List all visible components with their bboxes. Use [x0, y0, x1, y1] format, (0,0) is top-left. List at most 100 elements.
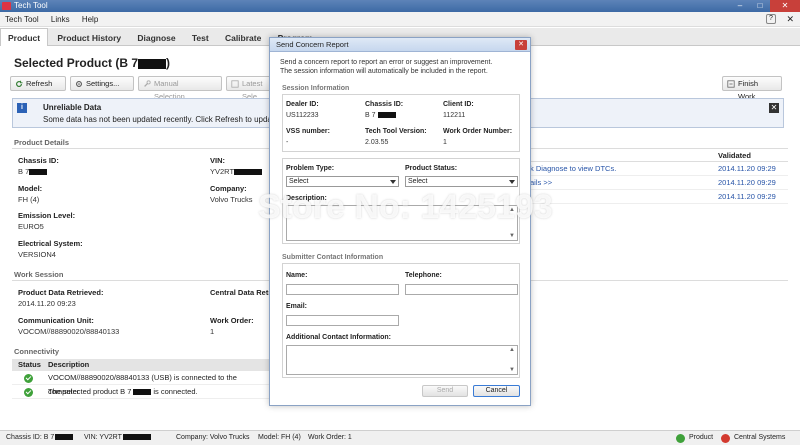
work-order-number-value: 1	[443, 139, 447, 146]
finish-icon	[727, 80, 735, 88]
status-central-systems[interactable]: Central Systems	[734, 431, 785, 445]
product-data-retrieved-label: Product Data Retrieved:	[18, 288, 104, 297]
additional-contact-textarea[interactable]: ▲ ▼	[286, 345, 518, 375]
finish-work-button[interactable]: Finish Work	[722, 76, 782, 101]
scroll-down-icon[interactable]: ▼	[509, 233, 515, 239]
connection-suffix: is connected.	[153, 387, 198, 396]
tab-product[interactable]: Product	[0, 28, 49, 48]
tab-test[interactable]: Test	[185, 29, 216, 47]
close-icon[interactable]: ✕	[786, 13, 794, 25]
scroll-up-icon[interactable]: ▲	[509, 347, 515, 353]
connection-description: The selected product B 7 is connected.	[48, 385, 198, 399]
manual-selection-button[interactable]: Manual Selection...	[138, 76, 222, 101]
menu-item-tech-tool[interactable]: Tech Tool	[0, 12, 44, 27]
vss-number-value: -	[286, 139, 289, 146]
column-status: Status	[18, 360, 41, 369]
electrical-system-value: VERSION4	[18, 250, 56, 259]
status-product[interactable]: Product	[689, 431, 713, 445]
redaction	[55, 434, 74, 441]
name-field[interactable]	[286, 284, 399, 295]
redaction	[29, 169, 48, 176]
table-header: Status Description	[12, 359, 270, 371]
session-information-box: Dealer ID: US112233 Chassis ID: B 7 Clie…	[282, 94, 520, 152]
scroll-down-icon[interactable]: ▼	[509, 367, 515, 373]
client-id-label: Client ID:	[443, 101, 474, 108]
window-title: Tech Tool	[14, 1, 48, 10]
client-id-value: 112211	[443, 112, 466, 119]
column-description: Description	[48, 360, 90, 369]
history-icon	[231, 80, 239, 88]
chassis-id-label: Chassis ID:	[365, 101, 404, 108]
email-field[interactable]	[286, 315, 399, 326]
dealer-id-value: US112233	[286, 112, 319, 119]
settings-button[interactable]: Settings...	[70, 76, 134, 91]
chevron-down-icon	[390, 180, 396, 184]
window-close-icon[interactable]: ✕	[770, 0, 800, 12]
wrench-icon	[144, 80, 151, 87]
electrical-system-label: Electrical System:	[18, 239, 83, 248]
status-bar: Chassis ID: B 7 VIN: YV2RT Company: Volv…	[0, 430, 800, 445]
page-title-text: Selected Product (B 7	[14, 56, 139, 70]
table-row: The selected product B 7 is connected.	[12, 385, 270, 399]
validation-time: 2014.11.20 09:29	[718, 178, 776, 187]
dialog-intro: Send a concern report to report an error…	[280, 58, 520, 76]
product-status-label: Product Status:	[405, 165, 458, 172]
tab-diagnose[interactable]: Diagnose	[130, 29, 182, 47]
emission-level-label: Emission Level:	[18, 211, 76, 220]
status-chassis: Chassis ID: B 7	[6, 431, 74, 445]
tab-product-history[interactable]: Product History	[50, 29, 128, 47]
settings-icon	[76, 81, 82, 87]
chevron-down-icon	[509, 180, 515, 184]
redaction	[377, 112, 396, 119]
contact-box: Name: Telephone: Email: Additional Conta…	[282, 263, 520, 378]
notice-title: Unreliable Data	[43, 103, 102, 112]
validation-panel: Validated k Diagnose to view DTCs. 2014.…	[530, 150, 788, 204]
product-data-retrieved-value: 2014.11.20 09:23	[18, 299, 76, 308]
refresh-button[interactable]: Refresh	[10, 76, 66, 91]
minimize-icon[interactable]: –	[730, 0, 750, 12]
redaction	[122, 434, 151, 441]
problem-type-select[interactable]: Select	[286, 176, 399, 187]
tab-calibrate[interactable]: Calibrate	[218, 29, 268, 47]
communication-unit-label: Communication Unit:	[18, 316, 94, 325]
send-button[interactable]: Send	[422, 385, 468, 397]
validation-row[interactable]: ails >> 2014.11.20 09:29	[530, 176, 788, 190]
work-session-heading: Work Session	[14, 270, 64, 279]
window-titlebar: Tech Tool – □ ✕	[0, 0, 800, 12]
connection-text: The selected product B 7	[48, 387, 132, 396]
dialog-close-icon[interactable]: ✕	[515, 40, 527, 50]
dealer-id-label: Dealer ID:	[286, 101, 319, 108]
chassis-id-text: B 7	[18, 167, 30, 176]
work-order-number-label: Work Order Number:	[443, 128, 513, 135]
status-vin: VIN: YV2RT	[84, 431, 151, 445]
connectivity-heading: Connectivity	[14, 347, 60, 356]
table-row: VOCOM//88890020/88840133 (USB) is connec…	[12, 371, 270, 396]
status-chassis-text: Chassis ID: B 7	[6, 434, 55, 441]
company-value: Volvo Trucks	[210, 195, 253, 204]
dialog-titlebar: Send Concern Report ✕	[270, 38, 530, 52]
cancel-button[interactable]: Cancel	[473, 385, 520, 397]
model-label: Model:	[18, 184, 43, 193]
work-order-value: 1	[210, 327, 215, 336]
menu-item-help[interactable]: Help	[77, 12, 103, 27]
status-vin-text: VIN: YV2RT	[84, 434, 122, 441]
vin-label: VIN:	[210, 156, 225, 165]
product-details-heading: Product Details	[14, 138, 70, 147]
menu-item-links[interactable]: Links	[46, 12, 75, 27]
page-title-suffix: )	[166, 56, 171, 70]
status-model: Model: FH (4)	[258, 434, 301, 441]
maximize-icon[interactable]: □	[750, 0, 770, 12]
name-label: Name:	[286, 272, 308, 279]
help-icon[interactable]: ?	[766, 14, 776, 24]
connectivity-table: Status Description VOCOM//88890020/88840…	[12, 359, 270, 399]
validation-desc[interactable]: k Diagnose to view DTCs.	[530, 162, 616, 176]
store-watermark: Store No: 1425193	[258, 188, 553, 226]
telephone-label: Telephone:	[405, 272, 442, 279]
dialog-intro-line1: Send a concern report to report an error…	[280, 59, 493, 66]
product-status-select[interactable]: Select	[405, 176, 518, 187]
central-data-retrieved-label: Central Data Retri	[210, 288, 274, 297]
telephone-field[interactable]	[405, 284, 518, 295]
dismiss-notice-icon[interactable]: ✕	[769, 103, 779, 113]
validation-row[interactable]: k Diagnose to view DTCs. 2014.11.20 09:2…	[530, 162, 788, 176]
validation-row[interactable]: 2014.11.20 09:29	[530, 190, 788, 204]
